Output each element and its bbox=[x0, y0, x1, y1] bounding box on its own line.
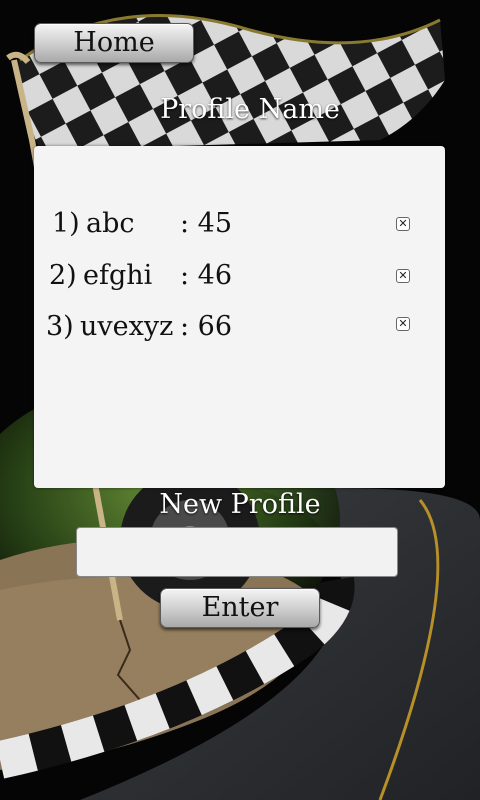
close-x-icon[interactable]: ✕ bbox=[396, 317, 410, 331]
profile-name: abc bbox=[86, 208, 135, 239]
close-x-icon[interactable]: ✕ bbox=[396, 269, 410, 283]
new-profile-title: New Profile bbox=[159, 489, 321, 520]
profile-rank: 2) bbox=[49, 260, 77, 291]
profile-name: uvexyz bbox=[80, 311, 174, 342]
profile-name-title: Profile Name bbox=[160, 94, 340, 125]
new-profile-input[interactable] bbox=[76, 527, 398, 577]
profile-row[interactable]: 2) efghi : 46 ✕ bbox=[34, 256, 445, 296]
enter-button[interactable]: Enter bbox=[160, 588, 320, 628]
profile-rank: 3) bbox=[46, 311, 74, 342]
close-x-icon[interactable]: ✕ bbox=[396, 217, 410, 231]
home-button[interactable]: Home bbox=[34, 23, 194, 63]
profile-row[interactable]: 3) uvexyz : 66 ✕ bbox=[34, 307, 445, 347]
profile-score: : 46 bbox=[180, 260, 233, 291]
profile-score: : 66 bbox=[180, 311, 233, 342]
profile-name: efghi bbox=[83, 260, 153, 291]
profile-list-panel: 1) abc : 45 ✕ 2) efghi : 46 ✕ 3) uvexyz … bbox=[34, 146, 445, 488]
profile-score: : 45 bbox=[180, 208, 233, 239]
profile-row[interactable]: 1) abc : 45 ✕ bbox=[34, 204, 445, 244]
profile-rank: 1) bbox=[52, 208, 80, 239]
